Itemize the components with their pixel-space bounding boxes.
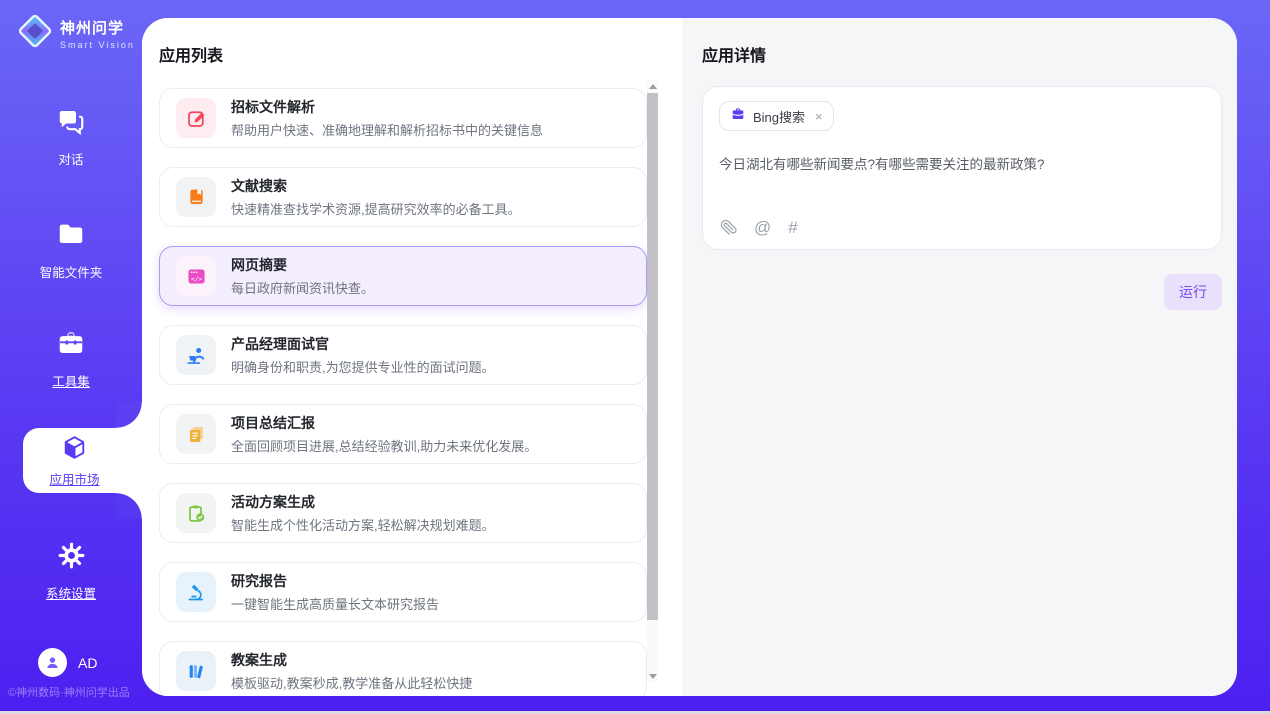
sidebar-item-toolset[interactable]: 工具集 [0, 328, 142, 390]
app-card-list: 招标文件解析 帮助用户快速、准确地理解和解析招标书中的关键信息 文献搜索 快速精… [159, 88, 647, 696]
sidebar-item-smart-folder[interactable]: 智能文件夹 [0, 219, 142, 281]
scrollbar-thumb[interactable] [647, 93, 658, 620]
app-card-bid-parse[interactable]: 招标文件解析 帮助用户快速、准确地理解和解析招标书中的关键信息 [159, 88, 647, 148]
user-name: AD [78, 655, 97, 671]
sidebar-item-label: 应用市场 [49, 469, 99, 488]
sidebar-item-label: 系统设置 [46, 583, 96, 602]
pen-square-icon [176, 98, 216, 138]
app-card-desc: 明确身份和职责,为您提供专业性的面试问题。 [231, 357, 495, 376]
close-icon[interactable]: × [815, 110, 823, 123]
app-card-desc: 每日政府新闻资讯快查。 [231, 278, 374, 297]
app-card-title: 产品经理面试官 [231, 334, 495, 354]
sidebar-item-label: 工具集 [52, 371, 90, 390]
sidebar-item-settings[interactable]: 系统设置 [0, 541, 142, 602]
documents-icon [176, 414, 216, 454]
logo-title: 神州问学 [60, 17, 135, 38]
app-card-desc: 一键智能生成高质量长文本研究报告 [231, 594, 439, 613]
avatar [38, 648, 67, 677]
app-card-title: 文献搜索 [231, 176, 521, 196]
app-card-web-summary[interactable]: </> 网页摘要 每日政府新闻资讯快查。 [159, 246, 647, 306]
app-list-scrollbar[interactable] [647, 80, 658, 682]
active-tab-fillet-bottom [116, 493, 142, 519]
books-icon [176, 651, 216, 691]
clipboard-check-icon [176, 493, 216, 533]
app-logo: 神州问学 Smart Vision [16, 12, 135, 55]
briefcase-icon [730, 106, 746, 127]
sidebar-item-label: 对话 [58, 149, 83, 168]
app-card-desc: 智能生成个性化活动方案,轻松解决规划难题。 [231, 515, 495, 534]
composer-card: Bing搜索 × 今日湖北有哪些新闻要点?有哪些需要关注的最新政策? @ # [702, 86, 1222, 250]
tool-tag-label: Bing搜索 [753, 107, 805, 126]
run-row: 运行 [702, 274, 1222, 310]
app-card-desc: 模板驱动,教案秒成,教学准备从此轻松快捷 [231, 673, 472, 692]
app-card-project-summary[interactable]: 项目总结汇报 全面回顾项目进展,总结经验教训,助力未来优化发展。 [159, 404, 647, 464]
app-card-desc: 帮助用户快速、准确地理解和解析招标书中的关键信息 [231, 120, 543, 139]
active-tab-fillet-top [116, 402, 142, 428]
microscope-icon [176, 572, 216, 612]
cube-icon [61, 434, 88, 466]
app-card-title: 招标文件解析 [231, 97, 543, 117]
interviewer-icon [176, 335, 216, 375]
chat-icon [56, 106, 86, 141]
app-list-title: 应用列表 [159, 42, 682, 66]
hash-icon[interactable]: # [788, 219, 797, 236]
attachment-icon[interactable] [720, 219, 737, 236]
gear-icon [57, 541, 86, 575]
user-badge[interactable]: AD [38, 648, 97, 677]
app-card-desc: 全面回顾项目进展,总结经验教训,助力未来优化发展。 [231, 436, 537, 455]
app-card-research-report[interactable]: 研究报告 一键智能生成高质量长文本研究报告 [159, 562, 647, 622]
query-input[interactable]: 今日湖北有哪些新闻要点?有哪些需要关注的最新政策? [719, 153, 1205, 173]
sidebar-item-app-market[interactable]: 应用市场 [23, 428, 142, 493]
app-card-event-plan[interactable]: 活动方案生成 智能生成个性化活动方案,轻松解决规划难题。 [159, 483, 647, 543]
sidebar-item-chat[interactable]: 对话 [0, 106, 142, 168]
app-list-panel: 应用列表 招标文件解析 帮助用户快速、准确地理解和解析招标书中的关键信息 [142, 18, 682, 696]
app-card-literature-search[interactable]: 文献搜索 快速精准查找学术资源,提高研究效率的必备工具。 [159, 167, 647, 227]
scroll-down-icon[interactable] [647, 670, 658, 682]
app-detail-title: 应用详情 [702, 42, 1237, 66]
logo-diamond-icon [16, 12, 54, 55]
app-card-title: 网页摘要 [231, 255, 374, 275]
app-card-lesson-plan[interactable]: 教案生成 模板驱动,教案秒成,教学准备从此轻松快捷 [159, 641, 647, 696]
copyright-text: ©神州数码·神州问学出品 [8, 684, 130, 700]
app-card-title: 活动方案生成 [231, 492, 495, 512]
sidebar-item-label: 智能文件夹 [40, 262, 103, 281]
scroll-up-icon[interactable] [647, 80, 658, 92]
app-card-title: 项目总结汇报 [231, 413, 537, 433]
book-icon [176, 177, 216, 217]
tool-tag-bing-search[interactable]: Bing搜索 × [719, 101, 834, 131]
app-detail-panel: 应用详情 Bing搜索 × 今日湖北有哪些新闻要点?有哪些需要关注的最新政策? [682, 18, 1237, 696]
app-card-title: 研究报告 [231, 571, 439, 591]
app-card-desc: 快速精准查找学术资源,提高研究效率的必备工具。 [231, 199, 521, 218]
main-content: 应用列表 招标文件解析 帮助用户快速、准确地理解和解析招标书中的关键信息 [142, 18, 1237, 696]
folder-icon [56, 219, 86, 254]
logo-subtitle: Smart Vision [60, 40, 135, 50]
toolbox-icon [56, 328, 86, 363]
browser-code-icon: </> [176, 256, 216, 296]
composer-toolbar: @ # [720, 219, 798, 236]
app-card-pm-interviewer[interactable]: 产品经理面试官 明确身份和职责,为您提供专业性的面试问题。 [159, 325, 647, 385]
run-button[interactable]: 运行 [1164, 274, 1222, 310]
mention-icon[interactable]: @ [754, 219, 771, 236]
app-card-title: 教案生成 [231, 650, 472, 670]
sidebar: 神州问学 Smart Vision 对话 智能文件夹 [0, 0, 142, 714]
svg-text:</>: </> [190, 276, 202, 283]
